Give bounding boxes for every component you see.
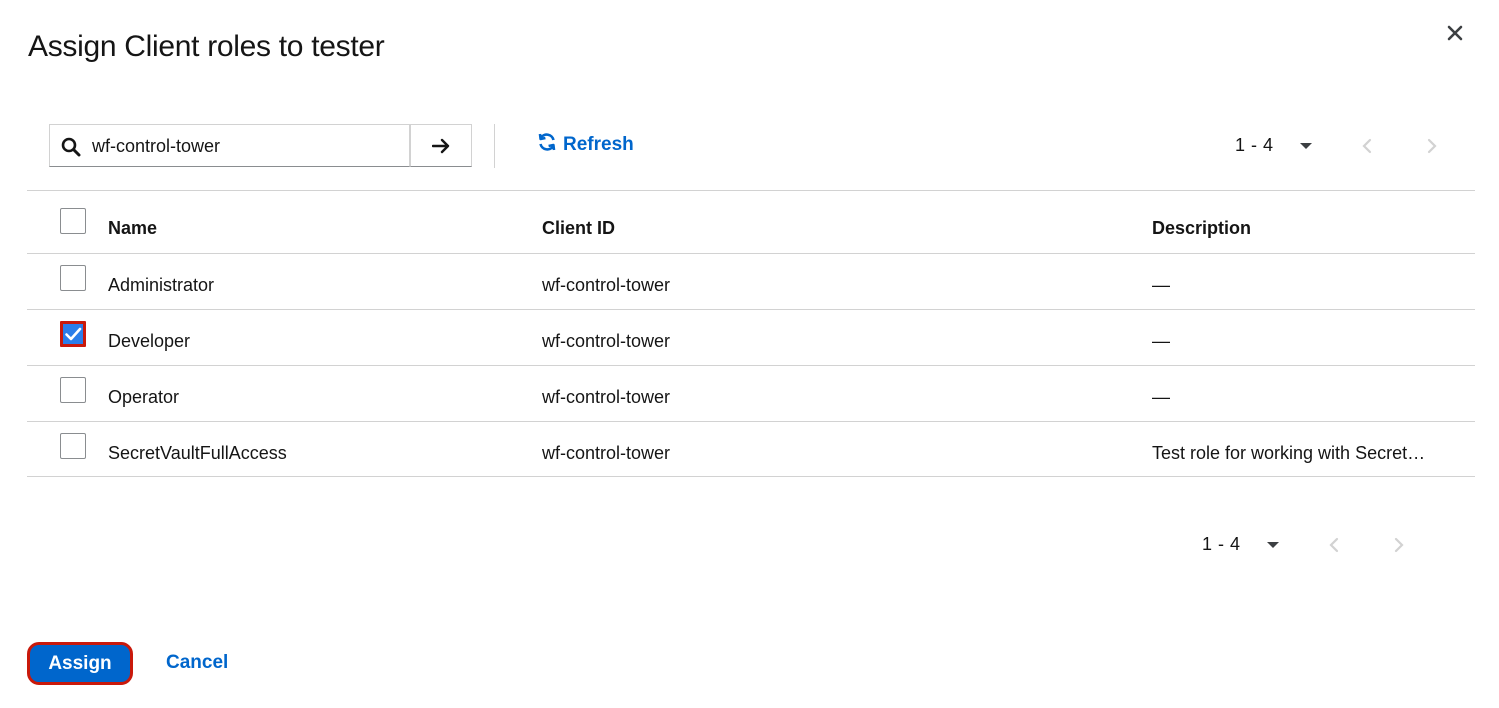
role-client-id: wf-control-tower: [542, 387, 671, 407]
next-page-icon[interactable]: [1392, 536, 1406, 554]
select-all-checkbox[interactable]: [60, 208, 86, 234]
role-client-id: wf-control-tower: [542, 275, 671, 295]
row-checkbox[interactable]: [60, 377, 86, 403]
table-row: SecretVaultFullAccess wf-control-tower T…: [27, 421, 1475, 477]
previous-page-icon[interactable]: [1360, 137, 1374, 155]
role-name: SecretVaultFullAccess: [108, 443, 287, 463]
role-name: Operator: [108, 387, 180, 407]
refresh-button[interactable]: Refresh: [537, 132, 634, 158]
row-checkbox[interactable]: [60, 433, 86, 459]
row-checkbox[interactable]: [60, 321, 86, 347]
assign-button[interactable]: Assign: [27, 642, 133, 685]
table-header-row: Name Client ID Description: [27, 190, 1475, 253]
role-client-id: wf-control-tower: [542, 443, 671, 463]
pagination-range: 1 - 4: [1235, 135, 1274, 155]
table-row: Operator wf-control-tower —: [27, 365, 1475, 421]
column-header-name[interactable]: Name: [108, 218, 157, 239]
per-page-dropdown-caret[interactable]: [1299, 142, 1312, 149]
search-box: [49, 124, 427, 167]
role-description: —: [1152, 387, 1170, 407]
table-row: Administrator wf-control-tower —: [27, 253, 1475, 309]
role-name: Administrator: [108, 275, 215, 295]
toolbar-divider: [494, 124, 495, 168]
search-input[interactable]: [92, 134, 352, 158]
refresh-label: Refresh: [563, 134, 634, 155]
sync-icon: [537, 132, 557, 158]
per-page-dropdown-caret[interactable]: [1266, 541, 1279, 548]
close-icon[interactable]: [1444, 22, 1466, 44]
row-checkbox[interactable]: [60, 265, 86, 291]
search-submit-button[interactable]: [410, 124, 472, 167]
column-header-client-id: Client ID: [542, 218, 616, 238]
role-description: —: [1152, 331, 1170, 351]
table-row: Developer wf-control-tower —: [27, 309, 1475, 365]
pagination-bottom: 1 - 4: [1202, 534, 1279, 555]
next-page-icon[interactable]: [1425, 137, 1439, 155]
checkmark-icon: [65, 327, 82, 341]
roles-table: Name Client ID Description Administrator…: [27, 190, 1475, 477]
cancel-button[interactable]: Cancel: [166, 652, 228, 674]
column-header-description: Description: [1152, 218, 1252, 238]
pagination-top: 1 - 4: [1235, 135, 1312, 156]
search-icon: [61, 137, 81, 157]
previous-page-icon[interactable]: [1327, 536, 1341, 554]
arrow-right-icon: [432, 138, 450, 154]
pagination-range: 1 - 4: [1202, 534, 1241, 554]
modal-title: Assign Client roles to tester: [28, 30, 385, 63]
role-description: —: [1152, 275, 1170, 295]
role-description: Test role for working with Secret…: [1152, 443, 1426, 463]
role-name: Developer: [108, 331, 191, 351]
role-client-id: wf-control-tower: [542, 331, 671, 351]
